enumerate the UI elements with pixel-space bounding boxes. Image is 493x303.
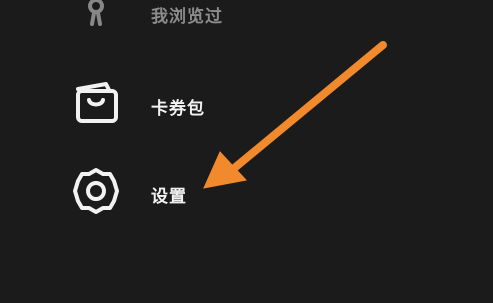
menu-item-label: 设置 [151, 187, 187, 207]
wallet-icon [72, 78, 120, 126]
menu-item-history[interactable]: 我浏览过 [0, 0, 493, 42]
footprint-icon [72, 0, 120, 30]
menu-item-label: 卡券包 [151, 99, 205, 119]
menu-item-wallet[interactable]: 卡券包 [0, 76, 493, 136]
menu-screen: 我浏览过 卡券包 设置 [0, 0, 493, 303]
annotation-arrow [203, 41, 387, 189]
menu-item-label: 我浏览过 [151, 7, 223, 27]
menu-item-settings[interactable]: 设置 [0, 165, 493, 225]
gear-icon [72, 167, 120, 215]
